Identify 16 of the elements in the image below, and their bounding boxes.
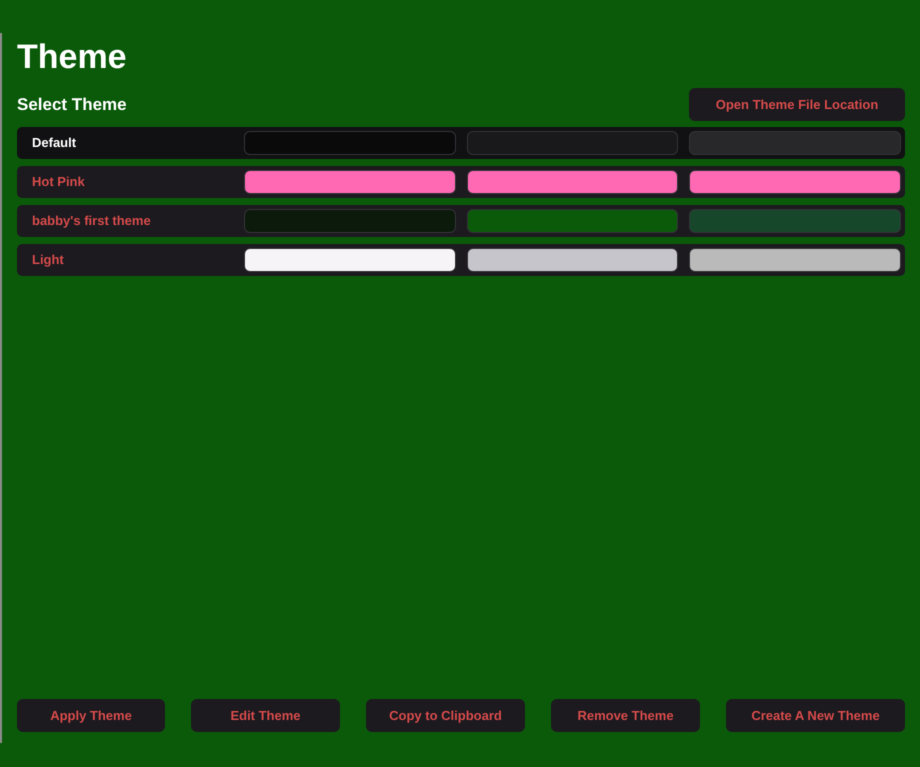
theme-name: Light <box>31 251 65 270</box>
action-button[interactable]: Copy to Clipboard <box>366 699 525 732</box>
theme-row[interactable]: Default <box>17 127 905 159</box>
theme-row[interactable]: Hot Pink <box>17 166 905 198</box>
section-title: Select Theme <box>17 94 127 116</box>
page-title: Theme <box>17 37 127 78</box>
action-button[interactable]: Edit Theme <box>191 699 340 732</box>
open-location-button[interactable]: Open Theme File Location <box>689 88 905 121</box>
theme-name: Hot Pink <box>31 173 86 192</box>
action-button[interactable]: Apply Theme <box>17 699 165 732</box>
action-button[interactable]: Remove Theme <box>551 699 700 732</box>
theme-name: babby's first theme <box>31 212 152 230</box>
theme-row[interactable]: babby's first theme <box>17 205 905 237</box>
action-button[interactable]: Create A New Theme <box>726 699 905 732</box>
theme-name: Default <box>31 134 78 152</box>
theme-row[interactable]: Light <box>17 244 905 276</box>
